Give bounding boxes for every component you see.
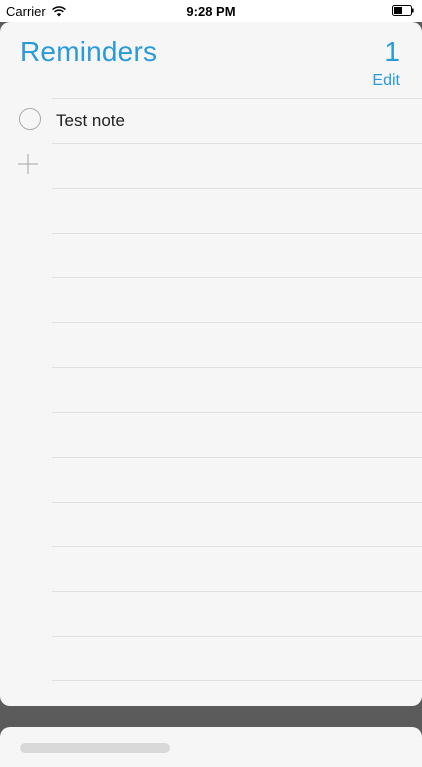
status-bar: Carrier 9:28 PM — [0, 0, 422, 22]
complete-checkbox-icon[interactable] — [19, 108, 41, 130]
ruled-line — [52, 546, 422, 547]
edit-button[interactable]: Edit — [372, 72, 400, 90]
item-count: 1 — [384, 36, 400, 67]
ruled-line — [52, 457, 422, 458]
reminders-list-card[interactable]: Reminders 1 Edit Test note — [0, 22, 422, 706]
plus-icon[interactable] — [17, 153, 39, 175]
ruled-line — [52, 277, 422, 278]
next-list-card[interactable] — [0, 727, 422, 767]
ruled-line — [52, 412, 422, 413]
ruled-line — [52, 322, 422, 323]
reminder-item[interactable]: Test note — [0, 100, 422, 144]
ruled-line — [52, 636, 422, 637]
list-title[interactable]: Reminders — [20, 36, 157, 68]
reminder-text[interactable]: Test note — [56, 111, 125, 131]
ruled-line — [52, 680, 422, 681]
ruled-line — [52, 591, 422, 592]
ruled-line — [52, 367, 422, 368]
ruled-line — [52, 502, 422, 503]
ruled-line — [52, 188, 422, 189]
ruled-line — [52, 233, 422, 234]
battery-icon — [392, 5, 414, 16]
ruled-line — [52, 98, 422, 99]
clock: 9:28 PM — [186, 4, 236, 19]
next-list-title-peek — [20, 743, 170, 753]
